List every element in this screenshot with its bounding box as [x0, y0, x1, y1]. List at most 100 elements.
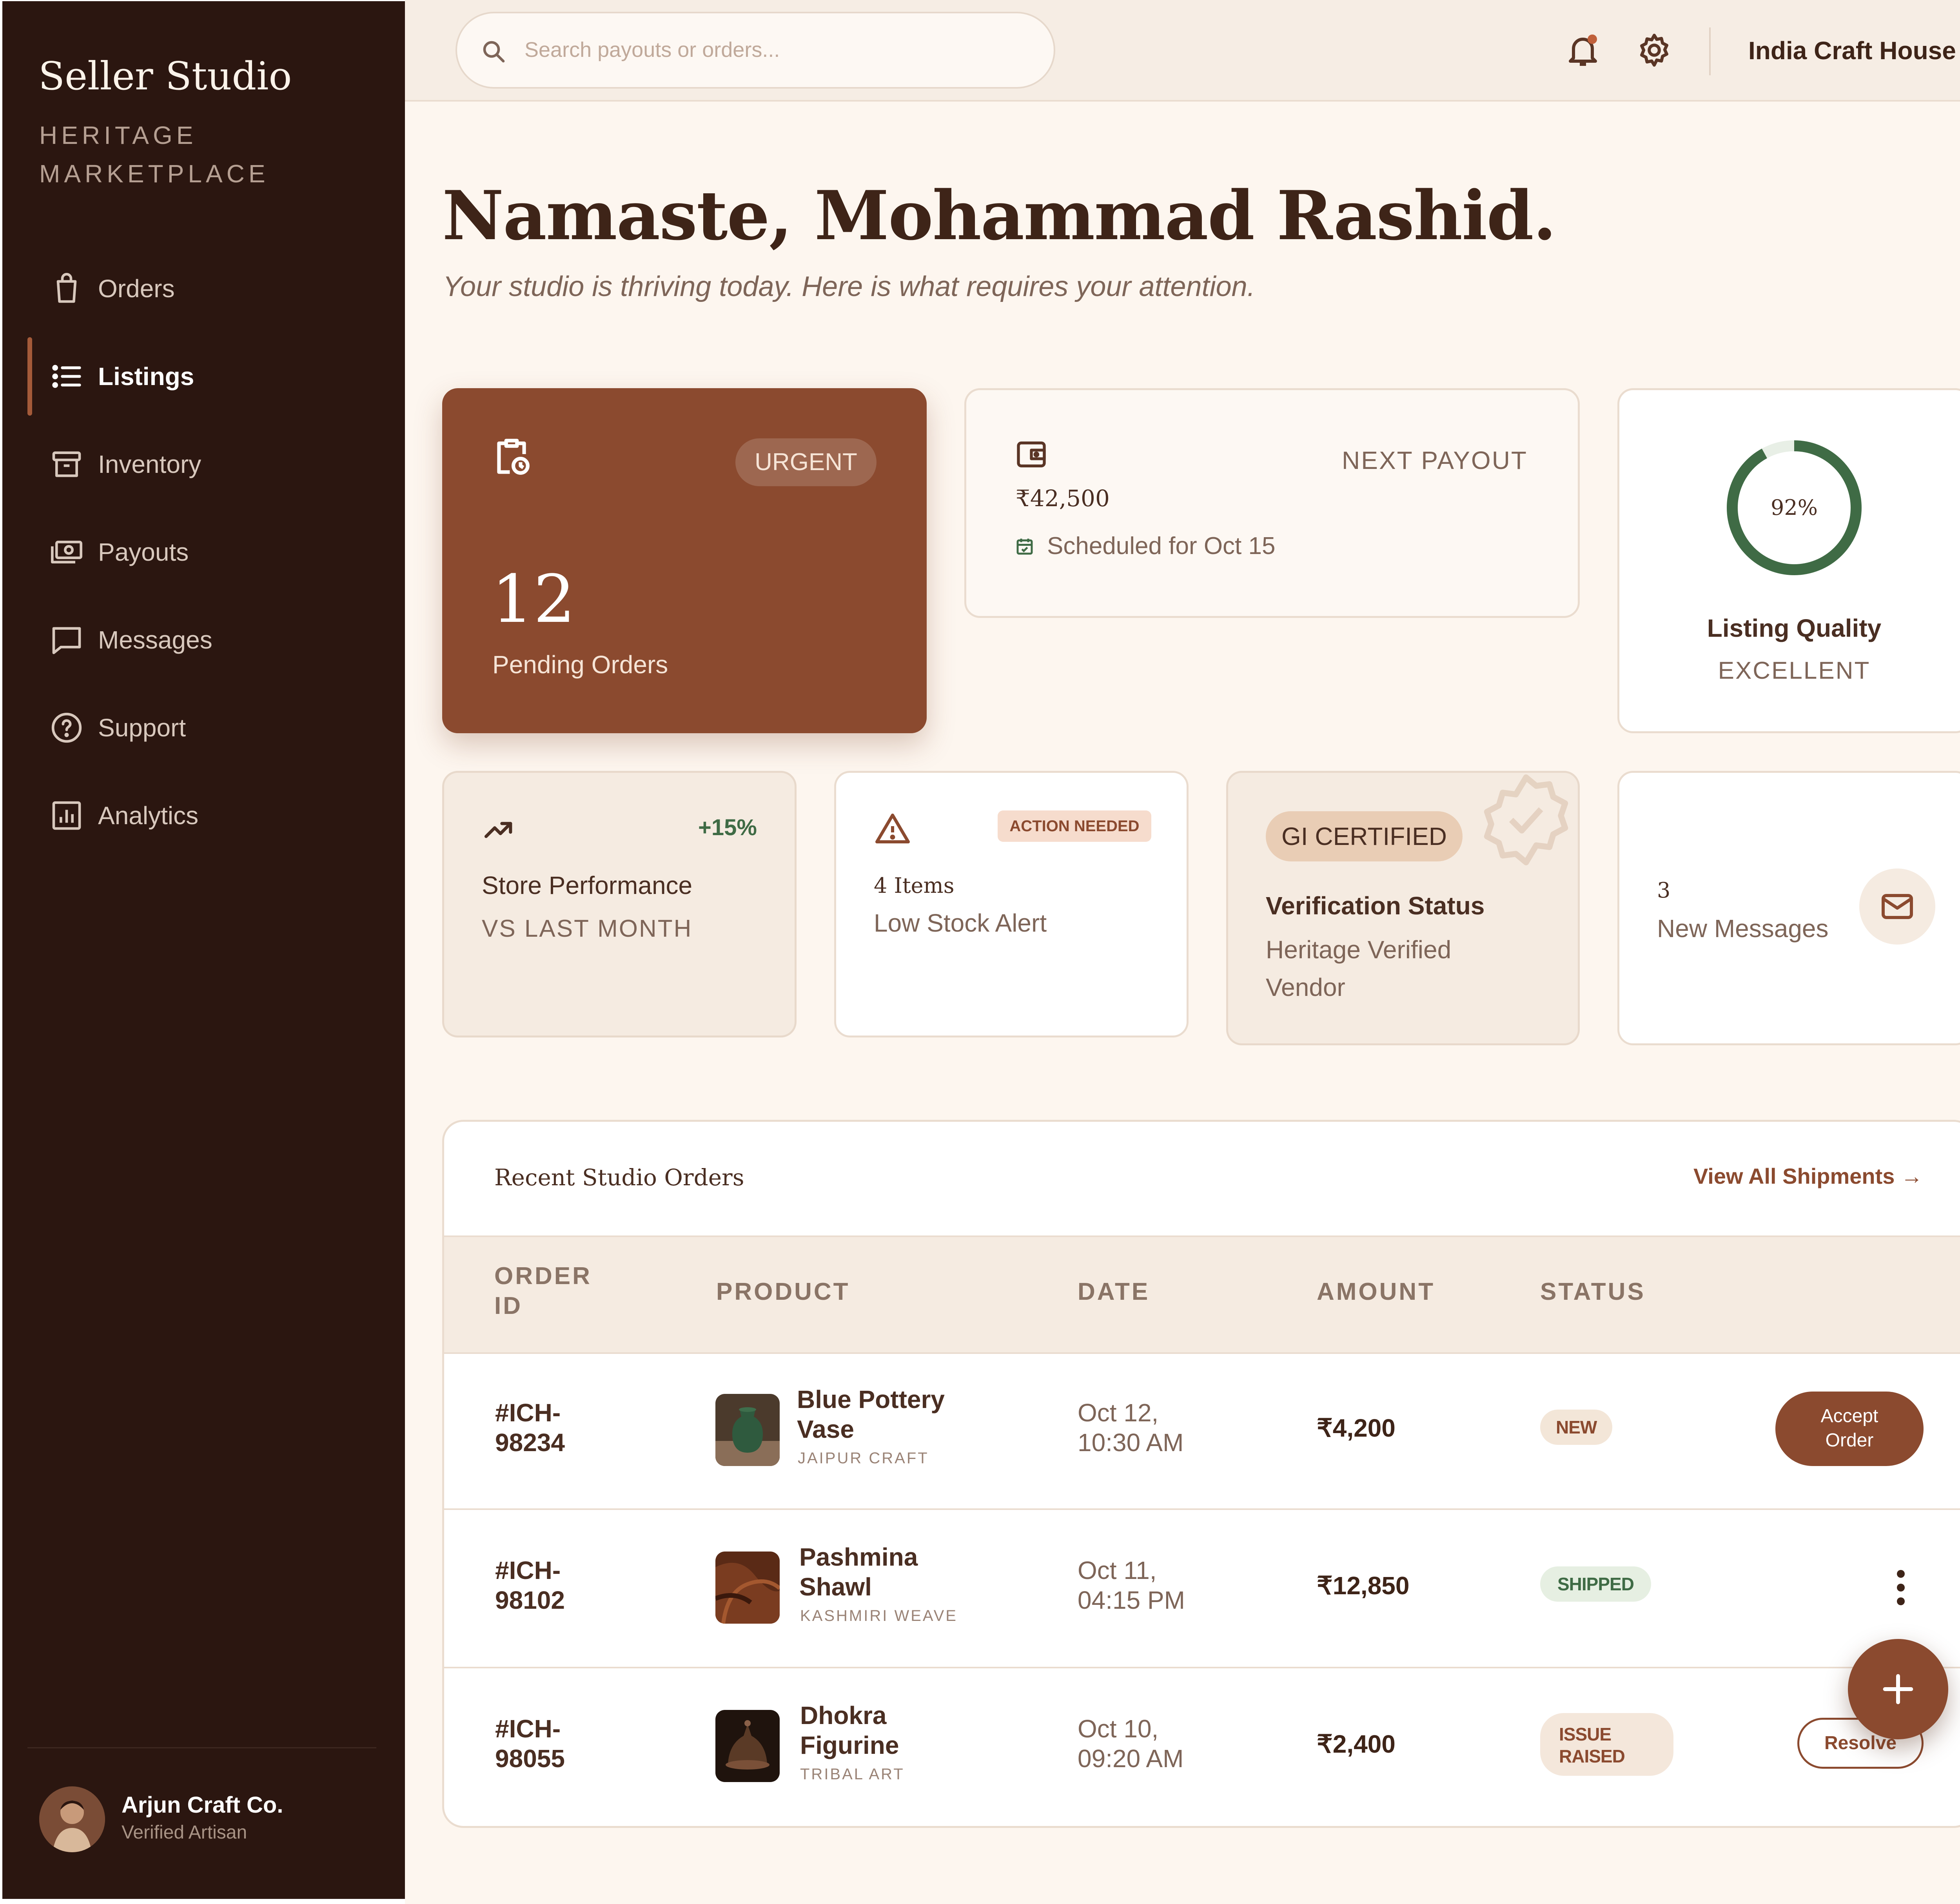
quality-percent: 92%: [1770, 495, 1818, 520]
sidebar-item-support[interactable]: Support: [27, 689, 396, 767]
order-id: #ICH- 98234: [495, 1399, 565, 1457]
brand-subtitle: HERITAGE MARKETPLACE: [39, 121, 269, 188]
user-name: Arjun Craft Co.: [122, 1792, 283, 1818]
button-label: Order: [1825, 1430, 1874, 1451]
page-title: Namaste, Mohammad Rashid.: [442, 176, 1556, 255]
sidebar-item-payouts[interactable]: Payouts: [27, 513, 396, 591]
order-id: #ICH- 98102: [495, 1556, 565, 1614]
view-all-shipments-link[interactable]: View All Shipments →: [1693, 1163, 1923, 1189]
table-row[interactable]: #ICH- 98055 Dhokra Figurine TRIBAL ART Oct…: [444, 1668, 1960, 1825]
verification-card[interactable]: GI CERTIFIED Verification Status Heritag…: [1226, 771, 1580, 1045]
mail-icon: [1882, 894, 1913, 919]
sidebar-item-label: Orders: [98, 274, 175, 303]
status-badge: SHIPPED: [1540, 1566, 1651, 1602]
button-label: Accept: [1820, 1406, 1878, 1426]
sidebar-item-orders[interactable]: Orders: [27, 249, 396, 328]
trending-up-icon: [484, 822, 512, 838]
accept-order-button[interactable]: Accept Order: [1775, 1392, 1924, 1466]
help-circle-icon: [51, 712, 82, 743]
table-header: ORDER ID PRODUCT DATE AMOUNT STATUS: [444, 1235, 1960, 1354]
sidebar-item-label: Listings: [98, 362, 194, 391]
store-performance-card[interactable]: +15% Store Performance VS LAST MONTH: [442, 771, 797, 1037]
bell-icon[interactable]: [1564, 31, 1602, 69]
warning-icon: [875, 814, 910, 843]
user-role: Verified Artisan: [122, 1822, 247, 1843]
more-options-icon[interactable]: [1893, 1568, 1909, 1607]
order-date: Oct 10, 09:20 AM: [1078, 1715, 1184, 1773]
brand-title: Seller Studio: [38, 54, 292, 99]
gear-icon[interactable]: [1635, 31, 1673, 69]
column-header-order-id: ORDER ID: [494, 1261, 592, 1321]
table-row[interactable]: #ICH- 98102 Pashmina Shawl KASHMIRI WEAVE …: [444, 1509, 1960, 1668]
performance-title: Store Performance: [482, 871, 693, 899]
mail-button[interactable]: [1859, 868, 1935, 945]
bar-chart-icon: [52, 801, 81, 830]
status-text: ISSUE: [1559, 1724, 1612, 1744]
pending-orders-count: 12: [492, 561, 575, 638]
banknote-icon: [51, 541, 82, 563]
status-badge: ISSUE RAISED: [1540, 1713, 1673, 1776]
avatar[interactable]: [39, 1786, 105, 1852]
chat-icon: [52, 627, 81, 654]
product-name: Blue Pottery Vase: [797, 1385, 945, 1443]
performance-change: +15%: [698, 815, 757, 840]
order-amount: ₹4,200: [1317, 1414, 1396, 1442]
calendar-check-icon: [1016, 538, 1033, 555]
status-text: RAISED: [1559, 1746, 1625, 1766]
verification-line-1: Heritage Verified: [1266, 936, 1452, 964]
store-name[interactable]: India Craft House: [1748, 36, 1956, 65]
add-button[interactable]: [1848, 1639, 1948, 1739]
clipboard-clock-icon: [497, 439, 530, 475]
list-icon: [52, 365, 81, 388]
order-date: Oct 12, 10:30 AM: [1078, 1399, 1184, 1457]
avatar-image: [39, 1786, 105, 1852]
payout-amount: ₹42,500: [1016, 485, 1110, 512]
column-header-amount: AMOUNT: [1317, 1278, 1436, 1305]
product-category: JAIPUR CRAFT: [798, 1450, 929, 1467]
orders-title: Recent Studio Orders: [494, 1164, 744, 1191]
search-placeholder: Search payouts or orders...: [524, 38, 780, 62]
pending-orders-card[interactable]: URGENT 12 Pending Orders: [442, 388, 927, 733]
shopping-bag-icon: [56, 273, 77, 303]
next-payout-label: NEXT PAYOUT: [1342, 446, 1528, 474]
verification-line-2: Vendor: [1266, 973, 1345, 1001]
product-thumbnail: [715, 1394, 780, 1466]
column-header-product: PRODUCT: [716, 1278, 850, 1305]
product-name: Pashmina Shawl: [799, 1543, 918, 1601]
header-text: ORDER: [494, 1263, 592, 1290]
product-name: Dhokra Figurine: [800, 1701, 899, 1759]
product-thumbnail: [715, 1552, 780, 1624]
performance-subtitle: VS LAST MONTH: [482, 915, 693, 942]
recent-orders-table: Recent Studio Orders View All Shipments …: [442, 1120, 1960, 1828]
sidebar-item-label: Inventory: [98, 450, 201, 478]
sidebar-item-messages[interactable]: Messages: [27, 601, 396, 679]
archive-icon: [52, 451, 81, 477]
wallet-icon: [1017, 441, 1046, 467]
new-messages-card[interactable]: 3 New Messages: [1617, 771, 1960, 1045]
badge-check-icon: [1484, 774, 1568, 865]
listing-quality-card[interactable]: 92% Listing Quality EXCELLENT: [1617, 388, 1960, 733]
low-stock-card[interactable]: ACTION NEEDED 4 Items Low Stock Alert: [834, 771, 1189, 1037]
topbar-divider: [1709, 27, 1711, 75]
order-id: #ICH- 98055: [495, 1715, 565, 1773]
sidebar-item-inventory[interactable]: Inventory: [27, 425, 396, 503]
sidebar-item-analytics[interactable]: Analytics: [27, 776, 396, 855]
table-row[interactable]: #ICH- 98234 Blue Pottery Vase JAIPUR CRAFT…: [444, 1351, 1960, 1510]
plus-icon: [1883, 1674, 1913, 1704]
sidebar-item-label: Support: [98, 714, 186, 742]
sidebar-item-listings[interactable]: Listings: [27, 337, 396, 416]
sidebar-divider: [27, 1747, 376, 1748]
messages-count: 3: [1657, 878, 1671, 903]
order-amount: ₹12,850: [1317, 1572, 1410, 1600]
action-needed-badge: ACTION NEEDED: [998, 810, 1151, 842]
search-input[interactable]: Search payouts or orders...: [456, 12, 1055, 89]
payout-scheduled: Scheduled for Oct 15: [1047, 532, 1276, 560]
low-stock-label: Low Stock Alert: [874, 909, 1047, 937]
sidebar-item-label: Messages: [98, 626, 212, 654]
next-payout-card[interactable]: NEXT PAYOUT ₹42,500 Scheduled for Oct 15: [964, 388, 1580, 618]
status-badge: NEW: [1540, 1410, 1613, 1445]
gi-certified-badge: GI CERTIFIED: [1266, 811, 1463, 861]
header-text: ID: [494, 1292, 523, 1319]
page-subtitle: Your studio is thriving today. Here is w…: [443, 271, 1255, 302]
pending-orders-label: Pending Orders: [492, 650, 668, 679]
